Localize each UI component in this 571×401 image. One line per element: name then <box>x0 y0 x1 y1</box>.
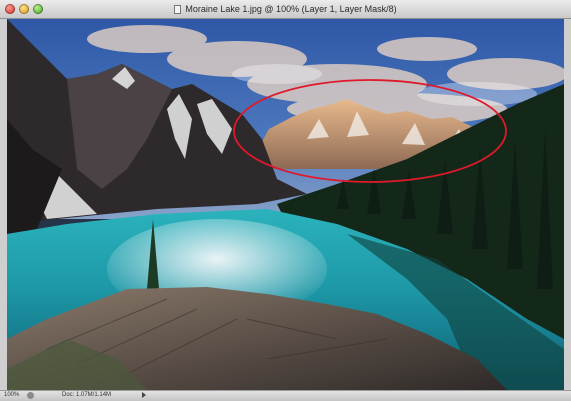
zoom-button[interactable] <box>33 4 43 14</box>
photoshop-document-window: Moraine Lake 1.jpg @ 100% (Layer 1, Laye… <box>0 0 571 401</box>
moraine-lake-photo <box>7 19 564 390</box>
window-title-group: Moraine Lake 1.jpg @ 100% (Layer 1, Laye… <box>60 0 511 18</box>
minimize-button[interactable] <box>19 4 29 14</box>
title-bar[interactable]: Moraine Lake 1.jpg @ 100% (Layer 1, Laye… <box>0 0 571 19</box>
close-button[interactable] <box>5 4 15 14</box>
document-canvas[interactable] <box>7 19 564 390</box>
status-info-icon[interactable] <box>27 392 34 399</box>
window-title: Moraine Lake 1.jpg @ 100% (Layer 1, Laye… <box>185 4 397 14</box>
status-menu-arrow-icon[interactable] <box>142 392 146 398</box>
document-icon[interactable] <box>174 4 182 14</box>
zoom-level[interactable]: 100% <box>4 392 19 399</box>
status-bar: 100% Doc: 1.07M/1.14M <box>0 390 571 401</box>
document-size: Doc: 1.07M/1.14M <box>62 392 112 398</box>
